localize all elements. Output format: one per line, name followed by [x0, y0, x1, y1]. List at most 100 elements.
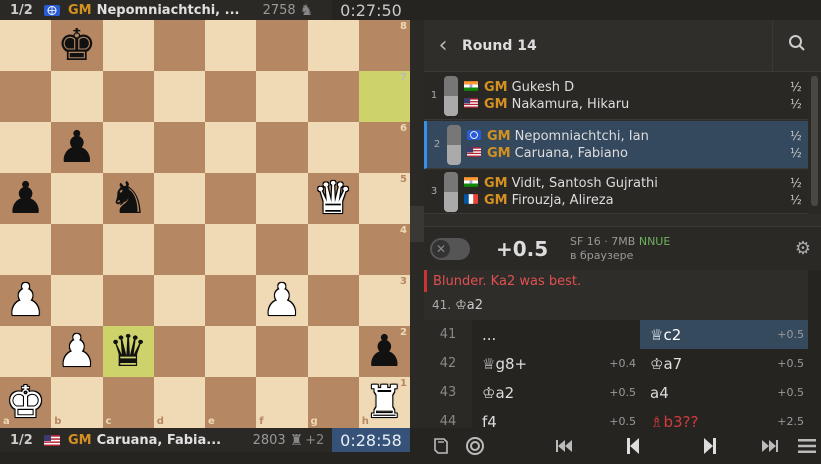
- square-f5[interactable]: [256, 173, 308, 224]
- square-b4[interactable]: [51, 224, 103, 275]
- square-a6[interactable]: [0, 122, 52, 173]
- white-king-piece[interactable]: ♚: [6, 380, 45, 425]
- black-pawn-piece[interactable]: ♟: [365, 329, 404, 374]
- square-f2[interactable]: [256, 326, 308, 377]
- square-f3[interactable]: ♟: [256, 275, 308, 326]
- square-a4[interactable]: [0, 224, 52, 275]
- square-f7[interactable]: [256, 71, 308, 122]
- square-c4[interactable]: [102, 224, 154, 275]
- best-line[interactable]: 41. ♔a2: [424, 292, 808, 318]
- next-move-icon[interactable]: [685, 437, 734, 455]
- square-e6[interactable]: [205, 122, 257, 173]
- black-pawn-piece[interactable]: ♟: [6, 176, 45, 221]
- square-b8[interactable]: ♚: [51, 20, 103, 71]
- square-c3[interactable]: [102, 275, 154, 326]
- square-f1[interactable]: f: [256, 377, 308, 428]
- square-g1[interactable]: g: [307, 377, 359, 428]
- square-h3[interactable]: 3: [358, 275, 410, 326]
- best-line-move[interactable]: ♔a2: [455, 298, 483, 313]
- top-player-name[interactable]: Nepomniachtchi, ...: [97, 3, 257, 18]
- square-b1[interactable]: b: [51, 377, 103, 428]
- square-d5[interactable]: [153, 173, 205, 224]
- book-icon[interactable]: [424, 437, 458, 455]
- white-pawn-piece[interactable]: ♟: [6, 278, 45, 323]
- white-move[interactable]: ♕g8+ +0.4: [472, 349, 640, 378]
- square-b5[interactable]: [51, 173, 103, 224]
- black-pawn-piece[interactable]: ♟: [57, 125, 96, 170]
- square-b3[interactable]: [51, 275, 103, 326]
- white-move[interactable]: ♔a2 +0.5: [472, 378, 640, 407]
- square-e5[interactable]: [205, 173, 257, 224]
- search-icon[interactable]: [773, 34, 821, 57]
- menu-icon[interactable]: [792, 438, 821, 454]
- square-d8[interactable]: [153, 20, 205, 71]
- white-pawn-piece[interactable]: ♟: [262, 278, 301, 323]
- square-g8[interactable]: [307, 20, 359, 71]
- square-g5[interactable]: ♛: [307, 173, 359, 224]
- square-b2[interactable]: ♟: [51, 326, 103, 377]
- white-move[interactable]: f4 +0.5: [472, 407, 640, 429]
- target-icon[interactable]: [458, 436, 492, 456]
- square-g4[interactable]: [307, 224, 359, 275]
- white-queen-piece[interactable]: ♛: [313, 176, 352, 221]
- square-b7[interactable]: [51, 71, 103, 122]
- square-h4[interactable]: 4: [358, 224, 410, 275]
- black-king-piece[interactable]: ♚: [57, 23, 96, 68]
- game-row[interactable]: 2 GM Nepomniachtchi, Ian GM Caruana, Fabian…: [424, 121, 808, 169]
- chess-board[interactable]: ♚ 8 7 ♟ 6 ♟ ♞ ♛ 5 4 ♟ ♟ 3 ♟ ♛ ♟ 2 ♚ a b c d e f g ♜ 1 h: [0, 20, 410, 428]
- square-c8[interactable]: [102, 20, 154, 71]
- square-e1[interactable]: e: [205, 377, 257, 428]
- moves-scrollbar[interactable]: [808, 270, 821, 428]
- gear-icon[interactable]: ⚙: [795, 238, 811, 259]
- black-knight-piece[interactable]: ♞: [108, 176, 147, 221]
- square-a5[interactable]: ♟: [0, 173, 52, 224]
- square-d4[interactable]: [153, 224, 205, 275]
- bottom-player-name[interactable]: Caruana, Fabia...: [97, 433, 247, 448]
- square-d1[interactable]: d: [153, 377, 205, 428]
- square-e4[interactable]: [205, 224, 257, 275]
- square-e8[interactable]: [205, 20, 257, 71]
- round-title[interactable]: Round 14: [462, 38, 772, 54]
- square-a8[interactable]: [0, 20, 52, 71]
- square-e3[interactable]: [205, 275, 257, 326]
- prev-move-icon[interactable]: [608, 437, 657, 455]
- square-g2[interactable]: [307, 326, 359, 377]
- black-move[interactable]: ♔a7 +0.5: [640, 349, 808, 378]
- white-move[interactable]: ...: [472, 320, 640, 349]
- first-move-icon[interactable]: [540, 438, 588, 454]
- black-move[interactable]: ♕c2 +0.5: [640, 320, 808, 349]
- square-a1[interactable]: ♚ a: [0, 377, 52, 428]
- square-g7[interactable]: [307, 71, 359, 122]
- square-h8[interactable]: 8: [358, 20, 410, 71]
- square-h1[interactable]: ♜ 1 h: [358, 377, 410, 428]
- games-scrollbar[interactable]: [808, 72, 821, 214]
- square-h6[interactable]: 6: [358, 122, 410, 173]
- square-d2[interactable]: [153, 326, 205, 377]
- black-move[interactable]: ♗b3?? +2.5: [640, 407, 808, 429]
- square-e7[interactable]: [205, 71, 257, 122]
- chevron-left-icon[interactable]: ‹: [424, 33, 462, 58]
- square-h5[interactable]: 5: [358, 173, 410, 224]
- square-f8[interactable]: [256, 20, 308, 71]
- white-pawn-piece[interactable]: ♟: [57, 329, 96, 374]
- resize-grip[interactable]: [410, 206, 424, 242]
- game-row[interactable]: 3 GM Vidit, Santosh Gujrathi GM Firouzja, A…: [424, 170, 808, 214]
- last-move-icon[interactable]: [747, 438, 793, 454]
- black-move[interactable]: a4 +0.5: [640, 378, 808, 407]
- square-c1[interactable]: c: [102, 377, 154, 428]
- square-d7[interactable]: [153, 71, 205, 122]
- square-d3[interactable]: [153, 275, 205, 326]
- engine-toggle[interactable]: ✕: [430, 237, 470, 260]
- scrollbar-thumb[interactable]: [811, 76, 818, 206]
- square-b6[interactable]: ♟: [51, 122, 103, 173]
- square-d6[interactable]: [153, 122, 205, 173]
- square-a3[interactable]: ♟: [0, 275, 52, 326]
- square-c6[interactable]: [102, 122, 154, 173]
- square-h7[interactable]: 7: [358, 71, 410, 122]
- square-f4[interactable]: [256, 224, 308, 275]
- square-g3[interactable]: [307, 275, 359, 326]
- square-c5[interactable]: ♞: [102, 173, 154, 224]
- board-resize-divider[interactable]: [410, 20, 424, 428]
- square-e2[interactable]: [205, 326, 257, 377]
- game-row[interactable]: 1 GM Gukesh D GM Nakamura, Hikaru ½½: [424, 72, 808, 120]
